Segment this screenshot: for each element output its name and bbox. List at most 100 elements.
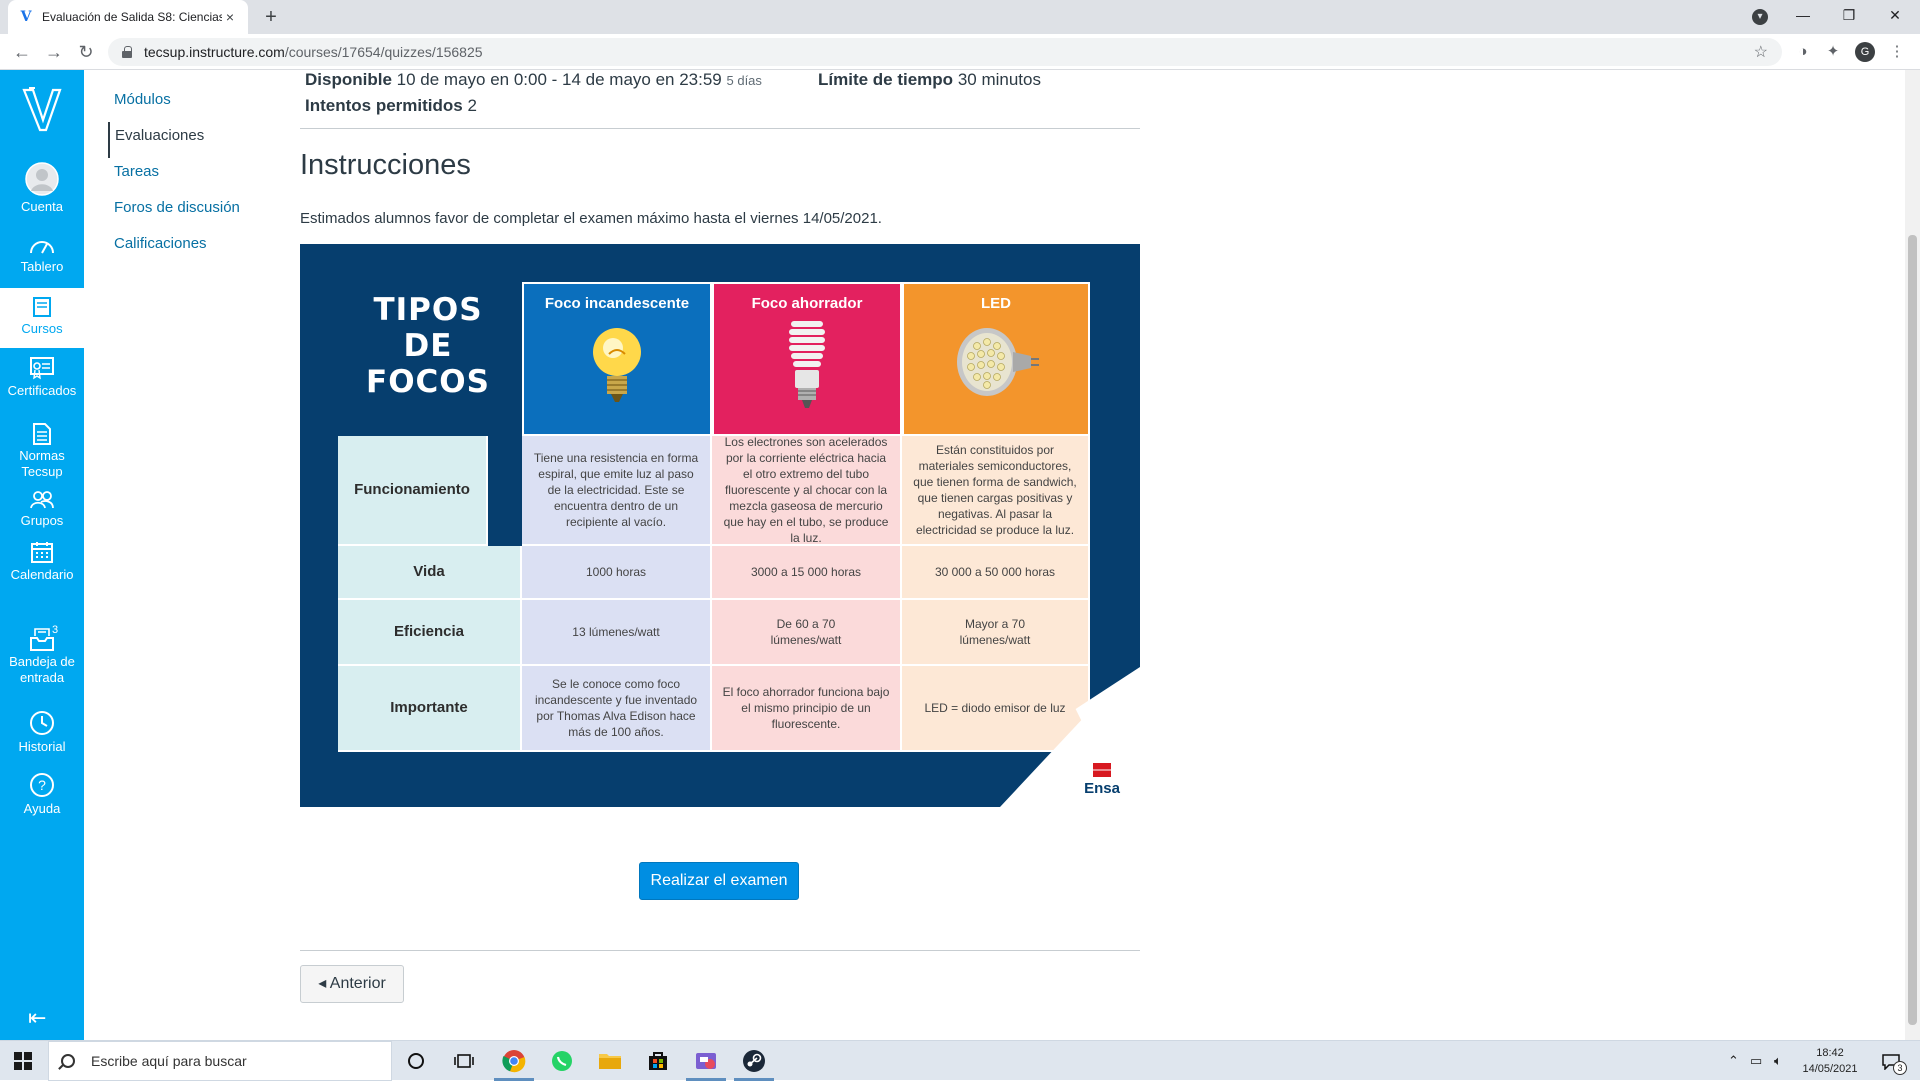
row-label-operation: Funcionamiento [338,436,488,546]
nav-history[interactable]: Historial [0,710,84,755]
nav-help[interactable]: ? Ayuda [0,772,84,817]
lock-icon [122,46,132,58]
profile-avatar[interactable]: G [1855,42,1875,62]
notification-count: 3 [1893,1061,1907,1075]
dashboard-gauge-icon [30,241,54,254]
header-led: LED [902,282,1090,436]
clock-time: 18:42 [1816,1047,1844,1059]
help-question-icon: ? [30,773,54,797]
browser-tab[interactable]: V Evaluación de Salida S8: Ciencias × [8,0,248,34]
extension-circle-icon[interactable]: ◑ [1794,43,1812,61]
cortana-circle-icon[interactable] [392,1041,440,1081]
cfl-bulb-icon [789,321,825,408]
browser-toolbar: ← → ↻ tecsup.instructure.com /courses/17… [0,34,1920,70]
ensa-logo-text: Ensa [1084,780,1120,797]
global-navigation: Cuenta Tablero Cursos Certificados Norma… [0,70,84,1040]
task-view-icon[interactable] [440,1041,488,1081]
cell-life-incandescent: 1000 horas [522,546,712,600]
attempts-value: 2 [467,96,477,115]
network-icon[interactable]: ▭ [1750,1041,1762,1081]
clock-date: 14/05/2021 [1802,1063,1858,1075]
volume-icon[interactable]: 🔈︎ [1774,1041,1782,1081]
nav-label: Calendario [10,567,74,582]
course-nav-modules[interactable]: Módulos [108,86,278,122]
store-icon[interactable] [634,1041,682,1081]
divider [300,950,1140,951]
nav-courses[interactable]: Cursos [0,288,84,348]
whatsapp-icon[interactable] [538,1041,586,1081]
file-explorer-icon[interactable] [586,1041,634,1081]
minimize-icon[interactable]: — [1780,0,1826,34]
taskbar-search-box[interactable]: Escribe aquí para buscar [48,1041,392,1081]
windows-start-icon[interactable] [14,1052,32,1070]
url-path: /courses/17654/quizzes/156825 [284,44,483,60]
attempts-label: Intentos permitidos [305,96,463,115]
taskbar-clock[interactable]: 18:42 14/05/2021 [1800,1045,1860,1077]
cell-important-saver: El foco ahorrador funciona bajo el mismo… [712,666,902,752]
available-label: Disponible [305,70,392,89]
course-nav-assignments[interactable]: Tareas [108,158,278,194]
back-icon[interactable]: ← [10,40,34,64]
cell-operation-led: Están constituidos por materiales semico… [902,436,1090,546]
nav-label: Normas Tecsup [19,448,65,479]
page-scrollbar-thumb[interactable] [1908,235,1917,1025]
tab-search-icon[interactable]: ▾ [1752,9,1768,25]
close-tab-icon[interactable]: × [222,9,238,25]
nav-normas[interactable]: Normas Tecsup [0,422,84,480]
nav-calendar[interactable]: Calendario [0,540,84,583]
nav-certificates[interactable]: Certificados [0,356,84,399]
course-nav-grades[interactable]: Calificaciones [108,230,278,266]
forward-icon[interactable]: → [42,40,66,64]
close-window-icon[interactable]: ✕ [1872,0,1918,34]
nav-groups[interactable]: Grupos [0,490,84,529]
time-limit-value: 30 minutos [957,70,1041,89]
row-label-life: Vida [338,546,522,600]
cell-efficiency-incandescent: 13 lúmenes/watt [522,600,712,666]
cell-operation-saver: Los electrones son acelerados por la cor… [712,435,902,546]
nav-label: Cursos [21,321,63,336]
course-nav-discussions[interactable]: Foros de discusión [108,194,278,230]
browser-menu-icon[interactable]: ⋮ [1888,43,1906,61]
show-hidden-icons-icon[interactable]: ⌃ [1728,1041,1739,1081]
browser-tab-strip: V Evaluación de Salida S8: Ciencias × + … [0,0,1920,34]
incandescent-bulb-icon [593,328,641,402]
restore-icon[interactable]: ❐ [1826,0,1872,34]
groups-people-icon [30,491,54,509]
collapse-nav-icon[interactable]: ⇤ [28,1005,46,1031]
cell-efficiency-saver: De 60 a 70 lúmenes/watt [712,600,902,666]
notifications-icon[interactable]: 3 [1876,1041,1907,1081]
new-tab-button[interactable]: + [258,4,284,30]
tab-title: Evaluación de Salida S8: Ciencias [42,10,222,24]
header-energy-saver: Foco ahorrador [712,282,902,436]
chrome-icon[interactable] [490,1041,538,1081]
previous-button[interactable]: ◂ Anterior [300,965,404,1003]
nav-inbox[interactable]: 3 Bandeja de entrada [0,624,84,686]
url-domain: tecsup.instructure.com [144,44,285,60]
course-navigation: Módulos Evaluaciones Tareas Foros de dis… [108,86,278,266]
nav-label: Historial [18,739,66,754]
photo-app-icon[interactable] [682,1041,730,1081]
cell-life-saver: 3000 a 15 000 horas [712,546,902,600]
available-days: 5 días [726,73,762,88]
steam-icon[interactable] [730,1041,778,1081]
extensions-puzzle-icon[interactable]: ✦ [1824,43,1842,61]
certificate-icon [30,357,54,380]
reload-icon[interactable]: ↻ [74,40,98,64]
course-nav-quizzes[interactable]: Evaluaciones [108,122,278,158]
history-clock-icon [30,711,54,735]
address-bar[interactable]: tecsup.instructure.com /courses/17654/qu… [108,38,1782,66]
column-title: Foco ahorrador [751,295,863,312]
cell-life-led: 30 000 a 50 000 horas [902,546,1090,600]
cell-important-incandescent: Se le conoce como foco incandescente y f… [522,666,712,752]
inbox-badge: 3 [52,624,59,636]
nav-dashboard[interactable]: Tablero [0,236,84,275]
divider [300,128,1140,129]
bookmark-star-icon[interactable]: ☆ [1754,42,1768,62]
column-title: Foco incandescente [544,295,690,312]
take-quiz-button[interactable]: Realizar el examen [639,862,799,900]
windows-taskbar: Escribe aquí para buscar ⌃ ▭ 🔈︎ 18:42 14… [0,1040,1920,1081]
tecsup-logo[interactable] [20,84,64,136]
ensa-logo-mark [1093,763,1111,777]
instructions-heading: Instrucciones [300,149,471,181]
nav-account[interactable]: Cuenta [0,162,84,215]
